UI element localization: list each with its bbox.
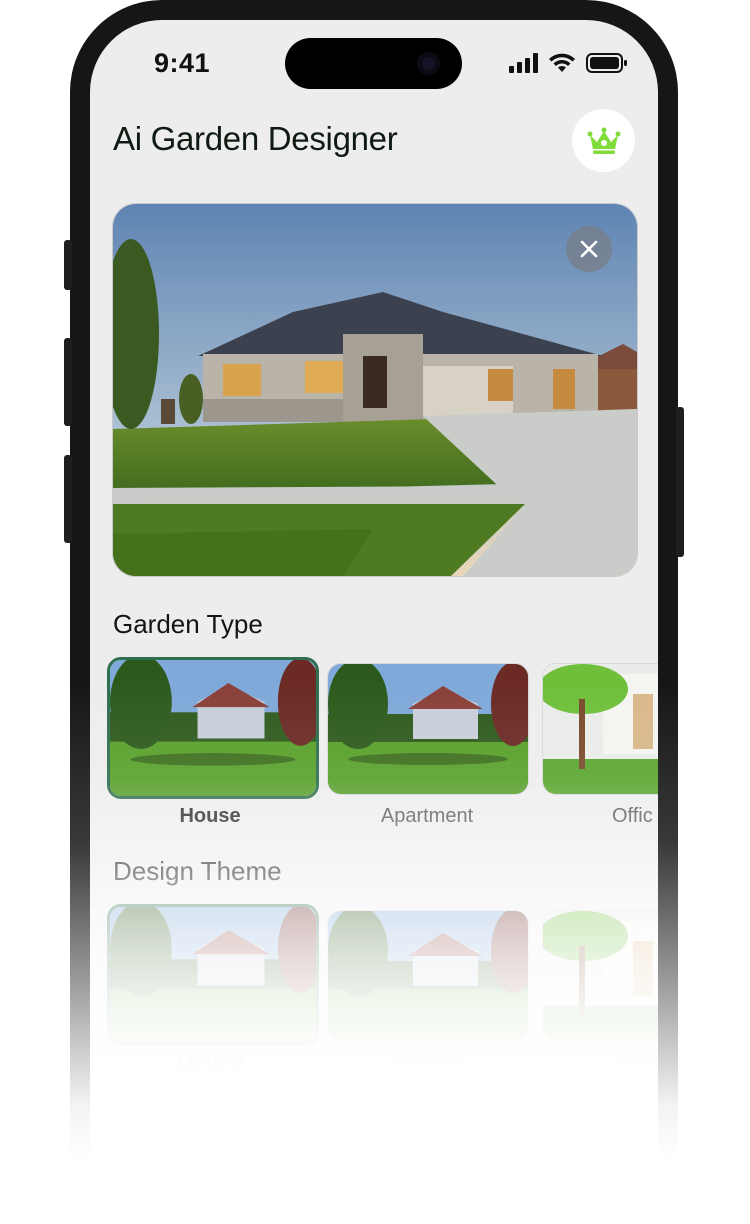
crown-icon <box>587 127 620 154</box>
design-theme-label-modern: Modern <box>393 1052 461 1074</box>
modern-thumbnail <box>328 911 528 1041</box>
garden-type-card-office[interactable] <box>542 663 658 795</box>
remove-photo-button[interactable] <box>566 226 612 272</box>
house-photo <box>113 204 637 576</box>
design-theme-title: Design Theme <box>113 856 282 886</box>
garden-type-card-house[interactable] <box>107 657 319 799</box>
wifi-icon <box>549 53 575 72</box>
garden-type-title: Garden Type <box>113 609 263 639</box>
app-title: Ai Garden Designer <box>113 120 398 157</box>
action-button <box>64 240 72 290</box>
volume-down-button <box>64 455 72 543</box>
garden-type-label-office: Offic <box>612 805 653 827</box>
status-icons <box>508 52 628 74</box>
apartment-thumbnail <box>328 664 528 794</box>
status-time: 9:41 <box>154 48 211 78</box>
camera-icon <box>417 52 440 75</box>
garden-type-card-apartment[interactable] <box>327 663 529 795</box>
design-theme-label-luxury: Luxury <box>176 1052 244 1074</box>
garden-type-label-house: House <box>179 805 241 827</box>
volume-up-button <box>64 338 72 426</box>
add-objects-title: Add Objects <box>113 1102 255 1132</box>
dynamic-island <box>285 38 462 89</box>
design-theme-card-asia[interactable] <box>542 910 658 1042</box>
close-icon <box>580 240 598 258</box>
signal-icon <box>509 53 538 73</box>
luxury-thumbnail <box>110 907 316 1043</box>
premium-button[interactable] <box>572 109 635 172</box>
design-theme-label-asia: Asia <box>616 1052 655 1074</box>
design-theme-card-modern[interactable] <box>327 910 529 1042</box>
office-thumbnail <box>543 664 658 794</box>
uploaded-photo[interactable] <box>112 203 638 577</box>
power-button <box>676 407 684 557</box>
garden-type-label-apartment: Apartment <box>380 805 474 827</box>
app-screen: 9:41 Ai Garden Designer Garden Type Hous… <box>90 20 658 1224</box>
battery-icon <box>586 53 627 73</box>
design-theme-card-luxury[interactable] <box>107 904 319 1046</box>
house-thumbnail <box>110 660 316 796</box>
asia-thumbnail <box>543 911 658 1041</box>
